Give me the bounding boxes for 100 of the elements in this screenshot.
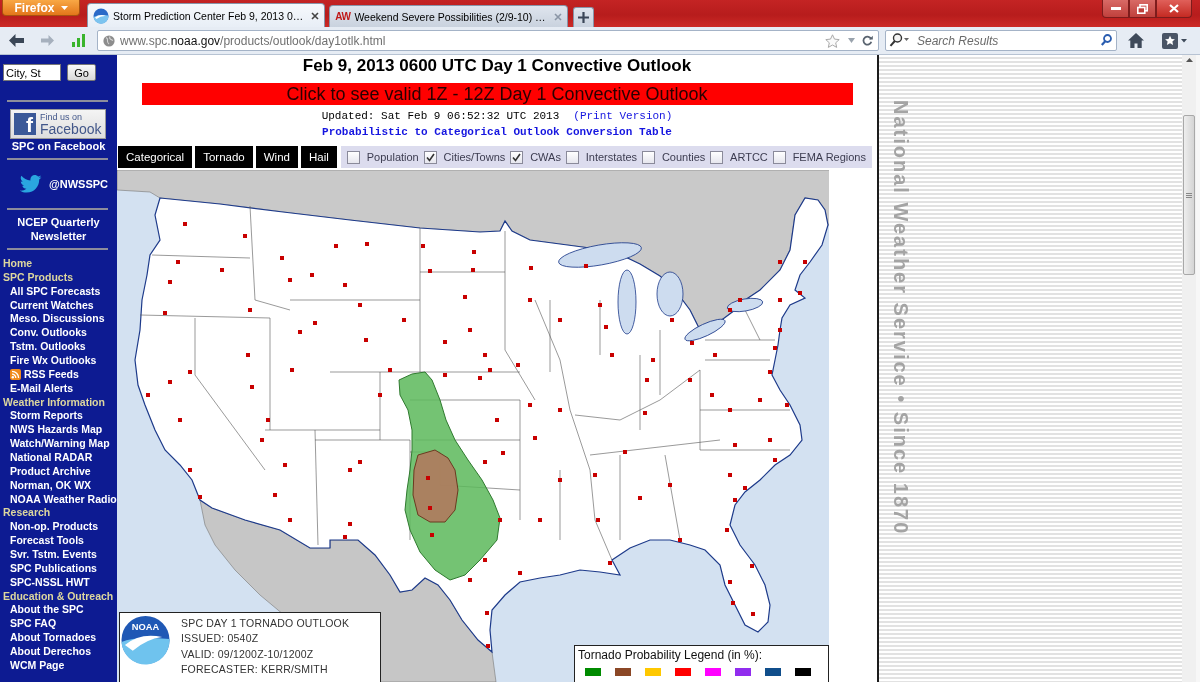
checkbox[interactable] <box>510 150 524 164</box>
minimize-button[interactable] <box>1102 0 1129 18</box>
nav-link[interactable]: Tstm. Outlooks <box>0 340 86 354</box>
nav-heading-link[interactable]: Education & Outreach <box>0 589 114 604</box>
nav-link[interactable]: Meso. Discussions <box>0 312 105 327</box>
page-title: Feb 9, 2013 0600 UTC Day 1 Convective Outlook <box>302 56 692 76</box>
nav-link[interactable]: Norman, OK WX <box>0 478 92 493</box>
nav-link[interactable]: Svr. Tstm. Events <box>0 548 97 562</box>
go-button[interactable]: Go <box>67 64 96 81</box>
nav-link[interactable]: WCM Page <box>0 658 65 673</box>
grip-icon <box>1186 192 1192 198</box>
nav-link[interactable]: Product Archive <box>0 464 91 479</box>
info-line: FORECASTER: KERR/SMITH <box>181 661 328 677</box>
browser-tab[interactable]: AW Weekend Severe Possibilities (2/9-10) … <box>329 5 568 27</box>
print-version-link[interactable]: (Print Version) <box>573 109 673 123</box>
layer-toggle[interactable]: Counties <box>641 150 706 164</box>
noaa-logo: NOAA <box>121 615 170 665</box>
checkbox[interactable] <box>772 150 786 164</box>
info-line: SPC DAY 1 TORNADO OUTLOOK <box>181 616 350 631</box>
outlook-tab[interactable]: Wind <box>255 146 298 168</box>
location-input[interactable]: City, St <box>3 64 61 81</box>
search-icon[interactable] <box>1101 34 1112 46</box>
layer-toggle[interactable]: ARTCC <box>710 150 768 164</box>
home-icon[interactable] <box>1128 33 1144 48</box>
check-icon <box>512 152 522 162</box>
newsletter-link[interactable]: NCEP Quarterly Newsletter <box>10 215 107 243</box>
new-tab-button[interactable] <box>572 7 594 27</box>
nav-link[interactable]: SPC Publications <box>0 561 97 576</box>
nav-link[interactable]: Watch/Warning Map <box>0 437 110 452</box>
nav-link[interactable]: About Tornadoes <box>0 631 97 646</box>
reload-icon[interactable] <box>862 35 873 46</box>
info-line: VALID: 09/1200Z-10/1200Z <box>181 646 314 662</box>
twitter-link[interactable]: @NWSSPC <box>20 174 108 194</box>
layer-toggle[interactable]: Interstates <box>565 150 638 164</box>
nav-heading-link[interactable]: Research <box>0 506 51 521</box>
nav-heading-link[interactable]: Weather Information <box>0 395 105 410</box>
nav-link[interactable]: About Derechos <box>0 645 92 659</box>
star-icon[interactable] <box>825 33 840 48</box>
scroll-up-arrow-icon[interactable] <box>1185 58 1193 62</box>
nav-link[interactable]: Forecast Tools <box>0 534 84 549</box>
search-field[interactable]: Search Results <box>885 30 1117 51</box>
layer-toggle[interactable]: FEMA Regions <box>772 150 866 164</box>
scrollbar[interactable] <box>1182 55 1196 682</box>
facebook-logo: f <box>14 113 36 135</box>
badge-caption: Find us on <box>40 112 84 122</box>
plus-icon <box>577 12 589 23</box>
close-icon <box>1169 4 1179 13</box>
nav-link[interactable]: Non-op. Products <box>0 520 99 535</box>
back-arrow-icon <box>8 34 24 47</box>
nav-link[interactable]: About the SPC <box>0 603 84 618</box>
layer-toggle[interactable]: Cities/Towns <box>423 150 506 164</box>
checkbox[interactable] <box>710 150 724 164</box>
nav-link[interactable]: All SPC Forecasts <box>0 284 101 299</box>
browser-tab[interactable]: Storm Prediction Center Feb 9, 2013 0… <box>87 3 326 27</box>
nav-link[interactable]: SPC FAQ <box>0 617 57 632</box>
outlook-tab[interactable]: Categorical <box>118 146 193 168</box>
checkbox[interactable] <box>641 150 655 164</box>
conversion-table-link[interactable]: Probabilistic to Categorical Outlook Conversion Table <box>322 125 672 139</box>
bookmarks-icon[interactable] <box>1162 32 1187 49</box>
nav-link[interactable]: Fire Wx Outlooks <box>0 354 97 368</box>
globe-icon <box>103 34 115 47</box>
nav-link[interactable]: NWS Hazards Map <box>0 423 103 438</box>
info-line: ISSUED: 0540Z <box>181 631 259 647</box>
facebook-link[interactable]: SPC on Facebook <box>11 139 106 153</box>
nav-link[interactable]: NOAA Weather Radio <box>0 492 117 507</box>
nav-link[interactable]: RSS Feeds <box>0 367 79 382</box>
outlook-tab[interactable]: Hail <box>300 146 337 168</box>
restore-icon <box>1137 3 1148 14</box>
nav-link[interactable]: Conv. Outlooks <box>0 326 87 341</box>
side-banner-text: National Weather Service • Since 1870 <box>889 100 912 536</box>
forward-arrow-icon <box>40 35 54 46</box>
layer-toggle[interactable]: Population <box>346 150 419 164</box>
nav-link[interactable]: National RADAR <box>0 451 93 465</box>
badge-title: Facebook <box>40 121 102 136</box>
close-icon[interactable] <box>311 11 320 20</box>
bird-icon <box>20 175 42 193</box>
outlook-tab[interactable]: Tornado <box>195 146 253 168</box>
minimize-icon <box>1110 7 1121 10</box>
nav-link[interactable]: SPC-NSSL HWT <box>0 575 90 590</box>
restore-button[interactable] <box>1129 0 1156 18</box>
nav-link[interactable]: E-Mail Alerts <box>0 381 74 396</box>
nav-link[interactable]: Current Watches <box>0 298 94 313</box>
checkbox[interactable] <box>346 150 360 164</box>
search-engine-icon[interactable] <box>889 33 910 47</box>
updated-time: Updated: Sat Feb 9 06:52:32 UTC 2013 <box>321 109 560 123</box>
favicon-letters: AW <box>335 11 351 22</box>
nav-link[interactable]: Storm Reports <box>0 409 83 424</box>
nav-heading-link[interactable]: Home <box>0 257 33 271</box>
checkbox[interactable] <box>423 150 437 164</box>
checkbox[interactable] <box>565 150 579 164</box>
legend-title: Tornado Probability Legend (in %): <box>578 648 763 663</box>
dropdown-icon[interactable] <box>848 38 855 43</box>
close-window-button[interactable] <box>1156 0 1192 18</box>
nav-heading-link[interactable]: SPC Products <box>0 270 73 285</box>
rss-icon <box>10 369 21 381</box>
bird-emblem-icon <box>93 7 109 24</box>
layer-toggle[interactable]: CWAs <box>510 150 561 164</box>
caret-icon <box>60 5 68 10</box>
outlook-banner-link[interactable]: Click to see valid 1Z - 12Z Day 1 Convective Outlook <box>141 83 853 105</box>
address-field[interactable]: www.spc.noaa.gov/products/outlook/day1otlk.html <box>97 30 879 51</box>
